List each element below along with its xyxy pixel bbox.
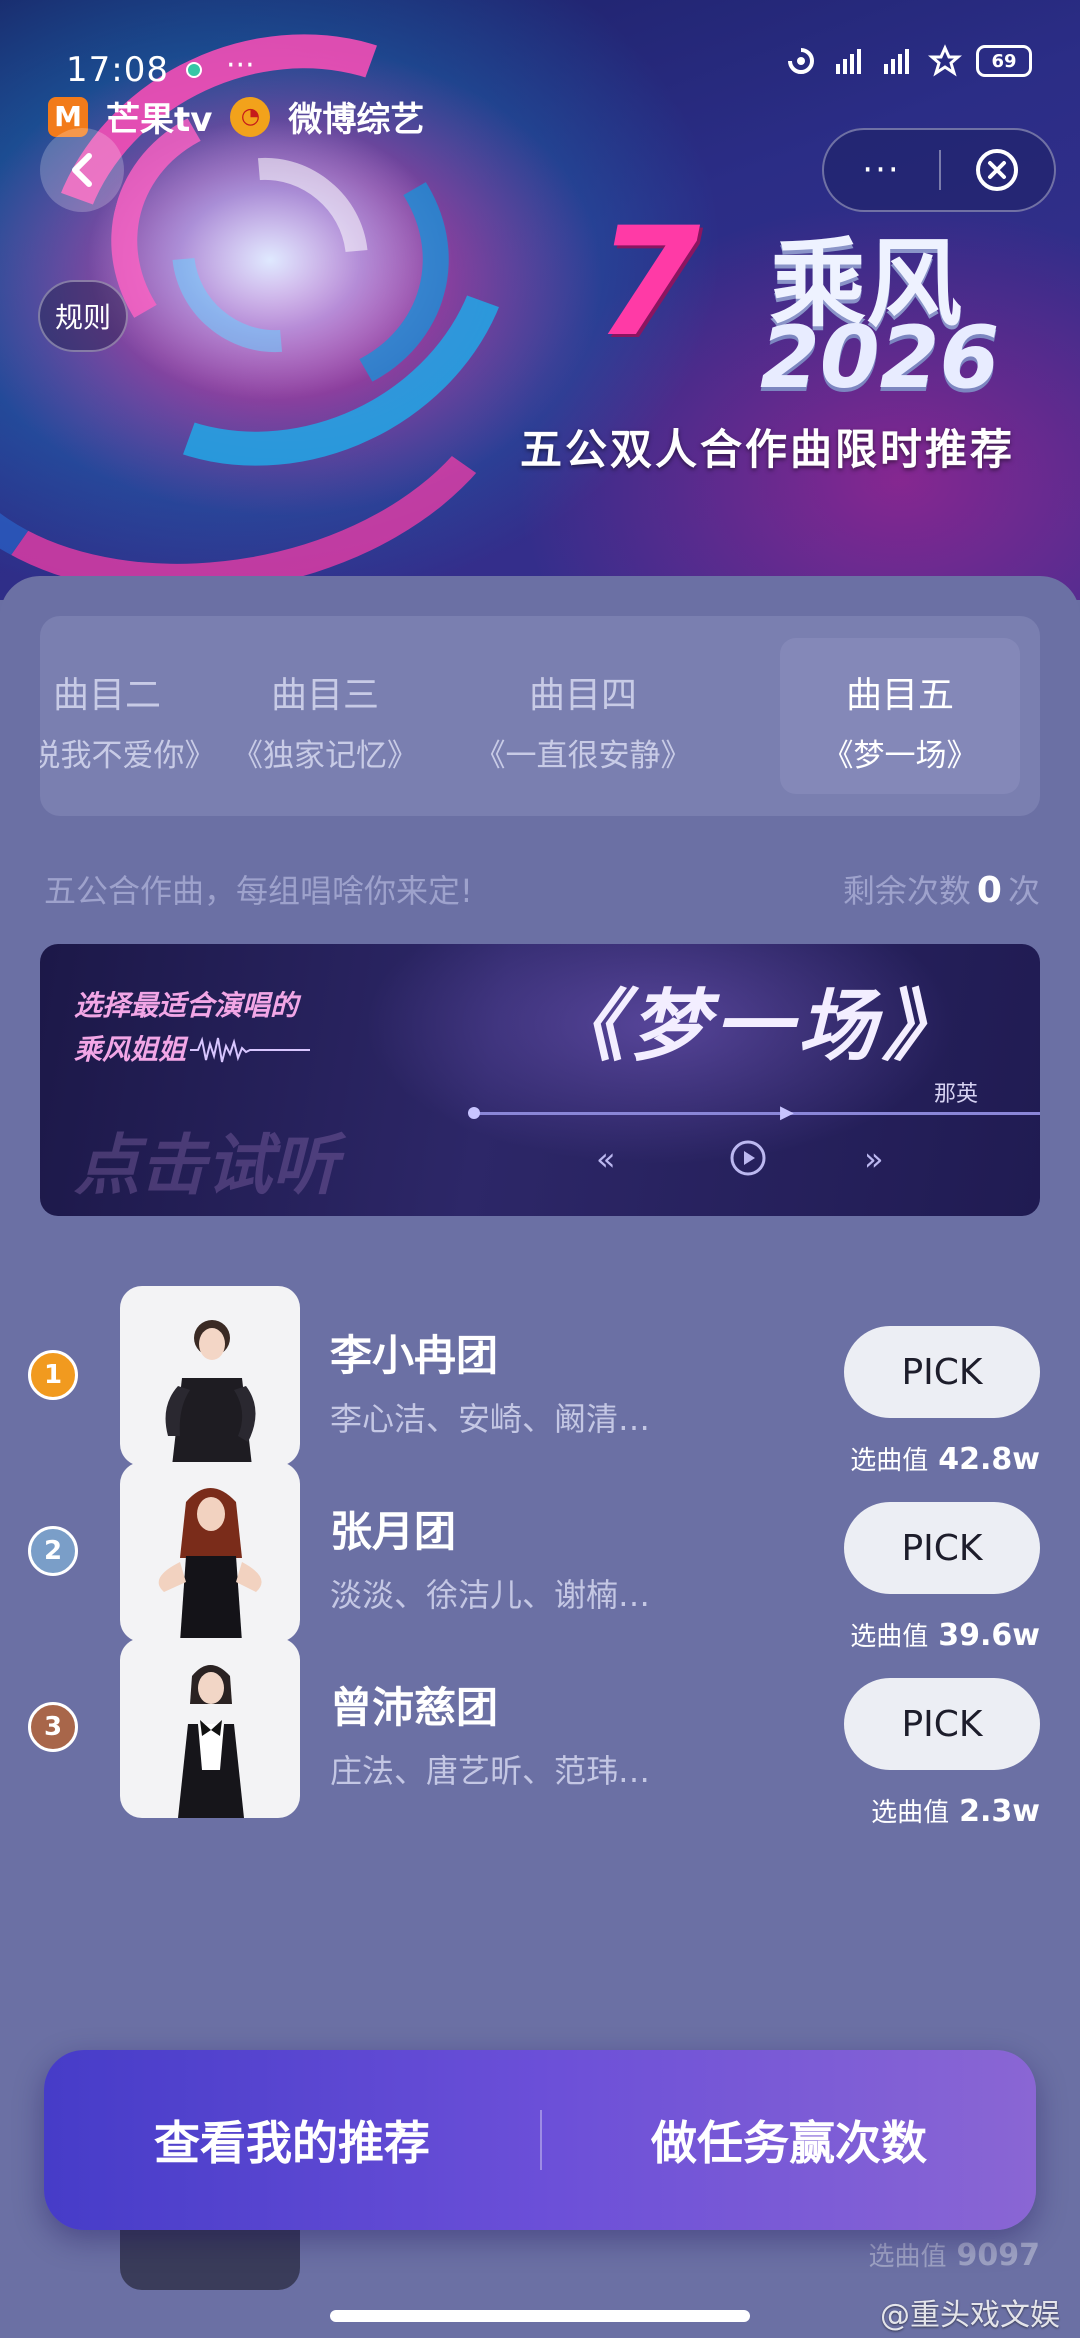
list-item: 2 张月团 淡淡、徐洁儿、谢楠… PICK 选曲值 39.6w	[0, 1458, 1080, 1653]
song-tabs: 曲目二 《说我不爱你》 曲目三 《独家记忆》 曲目四 《一直很安静》 曲目五 《…	[40, 616, 1040, 816]
wifi-icon	[928, 44, 962, 77]
status-time: 17:08	[66, 50, 169, 90]
team-members: 淡淡、徐洁儿、谢楠…	[330, 1576, 651, 1614]
progress-handle[interactable]	[468, 1107, 480, 1119]
home-indicator[interactable]	[330, 2310, 750, 2322]
play-icon[interactable]	[728, 1138, 768, 1178]
player-artist: 那英	[934, 1082, 979, 1107]
mini-program-capsule: ···	[822, 128, 1056, 212]
signal-icon	[884, 49, 909, 74]
remaining-votes: 剩余次数 0 次	[843, 866, 1040, 912]
song-preview-player[interactable]: 选择最适合演唱的 乘风姐姐 《梦一场》 那英 点击试听 ▶ « »	[40, 944, 1040, 1216]
tab-song-name: 《独家记忆》	[232, 738, 418, 774]
pick-score: 选曲值 2.3w	[871, 1792, 1040, 1829]
tab-song-name: 《一直很安静》	[474, 738, 692, 774]
pick-score: 选曲值 9097	[868, 2236, 1040, 2273]
avatar	[120, 1462, 300, 1642]
remaining-label: 剩余次数	[842, 872, 971, 910]
team-members: 庄法、唐艺昕、范玮…	[330, 1752, 651, 1790]
tab-song-3[interactable]: 曲目三 《独家记忆》	[200, 616, 450, 816]
close-icon	[976, 149, 1019, 191]
remaining-unit: 次	[1007, 872, 1040, 910]
team-members: 李心洁、安崎、阚清…	[330, 1400, 651, 1438]
tab-title: 曲目三	[270, 675, 379, 716]
rules-button[interactable]: 规则	[38, 280, 128, 352]
status-more: ···	[226, 48, 255, 83]
tab-title: 曲目五	[845, 675, 954, 716]
mango-tv-logo: 芒果tv	[106, 100, 213, 140]
previous-icon[interactable]: «	[596, 1140, 616, 1178]
pick-button[interactable]: PICK	[844, 1326, 1040, 1418]
rank-badge: 1	[28, 1350, 78, 1400]
avatar	[120, 2230, 300, 2290]
person-photo-icon	[165, 1320, 256, 1466]
player-tagline: 乘风姐姐	[74, 1033, 187, 1066]
score-value: 9097	[956, 2238, 1041, 2273]
team-name: 曾沛慈团	[330, 1683, 499, 1732]
weibo-variety-logo: 微博综艺	[288, 100, 425, 140]
close-button[interactable]	[941, 146, 1054, 194]
weibo-logo-icon: ◔	[230, 96, 271, 137]
player-song-title: 《梦一场》	[546, 982, 967, 1072]
team-name: 张月团	[330, 1507, 457, 1556]
header-banner: 17:08 ··· 69 M 芒果tv ◔ 微博综艺 规则 ··· 7 乘风 2…	[0, 0, 1080, 600]
back-button[interactable]	[40, 128, 124, 212]
remaining-count: 0	[976, 870, 1002, 911]
pick-button[interactable]: PICK	[844, 1502, 1040, 1594]
rank-badge: 2	[28, 1526, 78, 1576]
chevron-left-icon	[72, 153, 92, 187]
notification-dot-icon	[186, 62, 202, 78]
watermark: @重头戏文娱	[880, 2298, 1060, 2333]
show-year: 2026	[760, 308, 1000, 408]
list-item: 3 曾沛慈团 庄法、唐艺昕、范玮… PICK 选曲值 2.3w	[0, 1634, 1080, 1829]
team-name: 李小冉团	[330, 1331, 499, 1380]
show-logo-mark: 7	[596, 196, 700, 370]
more-options-button[interactable]: ···	[824, 150, 939, 190]
bottom-action-bar: 查看我的推荐 做任务赢次数	[44, 2050, 1036, 2230]
status-icons: 69	[784, 44, 1032, 78]
rank-badge: 3	[28, 1702, 78, 1752]
battery-icon: 69	[976, 45, 1032, 77]
avatar	[120, 1286, 300, 1466]
signal-icon	[836, 49, 861, 74]
earn-votes-button[interactable]: 做任务赢次数	[542, 2050, 1036, 2230]
player-tagline: 选择最适合演唱的	[74, 989, 299, 1022]
tab-song-name: 《梦一场》	[822, 738, 978, 774]
avatar	[120, 1638, 300, 1818]
score-label: 选曲值	[871, 1798, 950, 1828]
waveform-icon	[190, 1036, 310, 1063]
hint-row: 五公合作曲，每组唱啥你来定! 剩余次数 0 次	[44, 866, 1040, 916]
next-icon[interactable]: »	[864, 1140, 884, 1178]
tab-title: 曲目四	[528, 675, 637, 716]
player-progress-bar[interactable]	[472, 1112, 1040, 1115]
hotspot-icon	[788, 48, 814, 74]
hint-text: 五公合作曲，每组唱啥你来定!	[44, 872, 473, 910]
progress-arrow-icon: ▶	[780, 1102, 794, 1123]
pick-button[interactable]: PICK	[844, 1678, 1040, 1770]
list-item: 1 李小冉团 李心洁、安崎、阚清… PICK 选曲值 42.8w	[0, 1282, 1080, 1477]
tab-song-4[interactable]: 曲目四 《一直很安静》	[458, 616, 708, 816]
person-photo-icon	[158, 1488, 262, 1642]
banner-subtitle: 五公双人合作曲限时推荐	[520, 425, 1016, 474]
tab-song-5[interactable]: 曲目五 《梦一场》	[780, 638, 1020, 794]
my-recommendations-button[interactable]: 查看我的推荐	[44, 2050, 540, 2230]
tap-to-listen[interactable]: 点击试听	[74, 1112, 338, 1208]
score-value: 2.3w	[959, 1794, 1040, 1829]
person-photo-icon	[178, 1665, 244, 1818]
score-label: 选曲值	[868, 2242, 947, 2272]
